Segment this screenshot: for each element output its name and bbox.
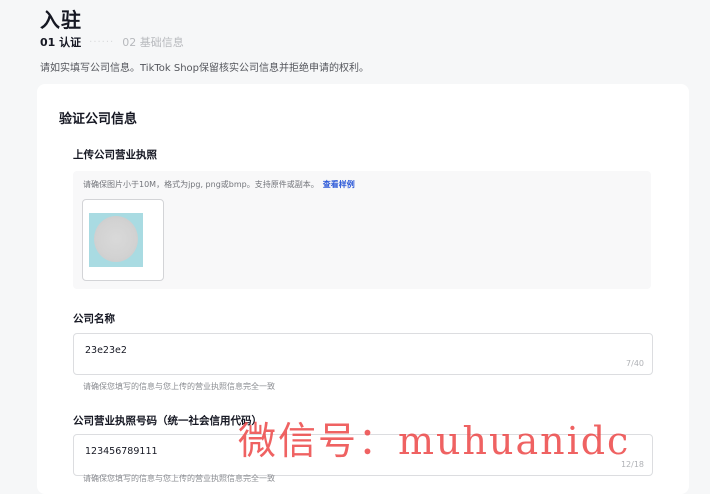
license-upload-label: 上传公司营业执照 (73, 149, 157, 161)
section-title: 验证公司信息 (59, 112, 138, 127)
company-name-input[interactable]: 23e23e2 7/40 (73, 333, 653, 375)
step-verification: 01 认证 (40, 36, 82, 49)
uploaded-license-thumbnail[interactable] (82, 199, 164, 281)
page-title: 入驻 (40, 8, 82, 32)
license-image (89, 213, 143, 267)
company-name-label: 公司名称 (73, 313, 115, 325)
license-number-label: 公司营业执照号码（统一社会信用代码） (73, 415, 262, 427)
company-name-help: 请确保您填写的信息与您上传的营业执照信息完全一致 (83, 382, 275, 391)
upload-hint: 请确保图片小于10M，格式为jpg, png或bmp。支持原件或副本。 查看样例 (83, 179, 355, 190)
intro-text: 请如实填写公司信息。TikTok Shop保留核实公司信息并拒绝申请的权利。 (40, 63, 370, 74)
progress-steps: 01 认证 ······ 02 基础信息 (40, 34, 184, 50)
view-sample-link[interactable]: 查看样例 (323, 180, 355, 189)
step-basic-info: 02 基础信息 (122, 36, 184, 49)
upload-hint-text: 请确保图片小于10M，格式为jpg, png或bmp。支持原件或副本。 (83, 180, 319, 189)
license-upload-panel: 请确保图片小于10M，格式为jpg, png或bmp。支持原件或副本。 查看样例 (73, 171, 651, 289)
license-number-value: 123456789111 (85, 446, 158, 457)
step-separator: ······ (89, 36, 115, 48)
company-name-value: 23e23e2 (85, 345, 127, 356)
watermark-text: 微信号：muhuanidc (238, 419, 631, 463)
license-number-help: 请确保您填写的信息与您上传的营业执照信息完全一致 (83, 474, 275, 483)
company-name-char-count: 7/40 (626, 359, 644, 368)
